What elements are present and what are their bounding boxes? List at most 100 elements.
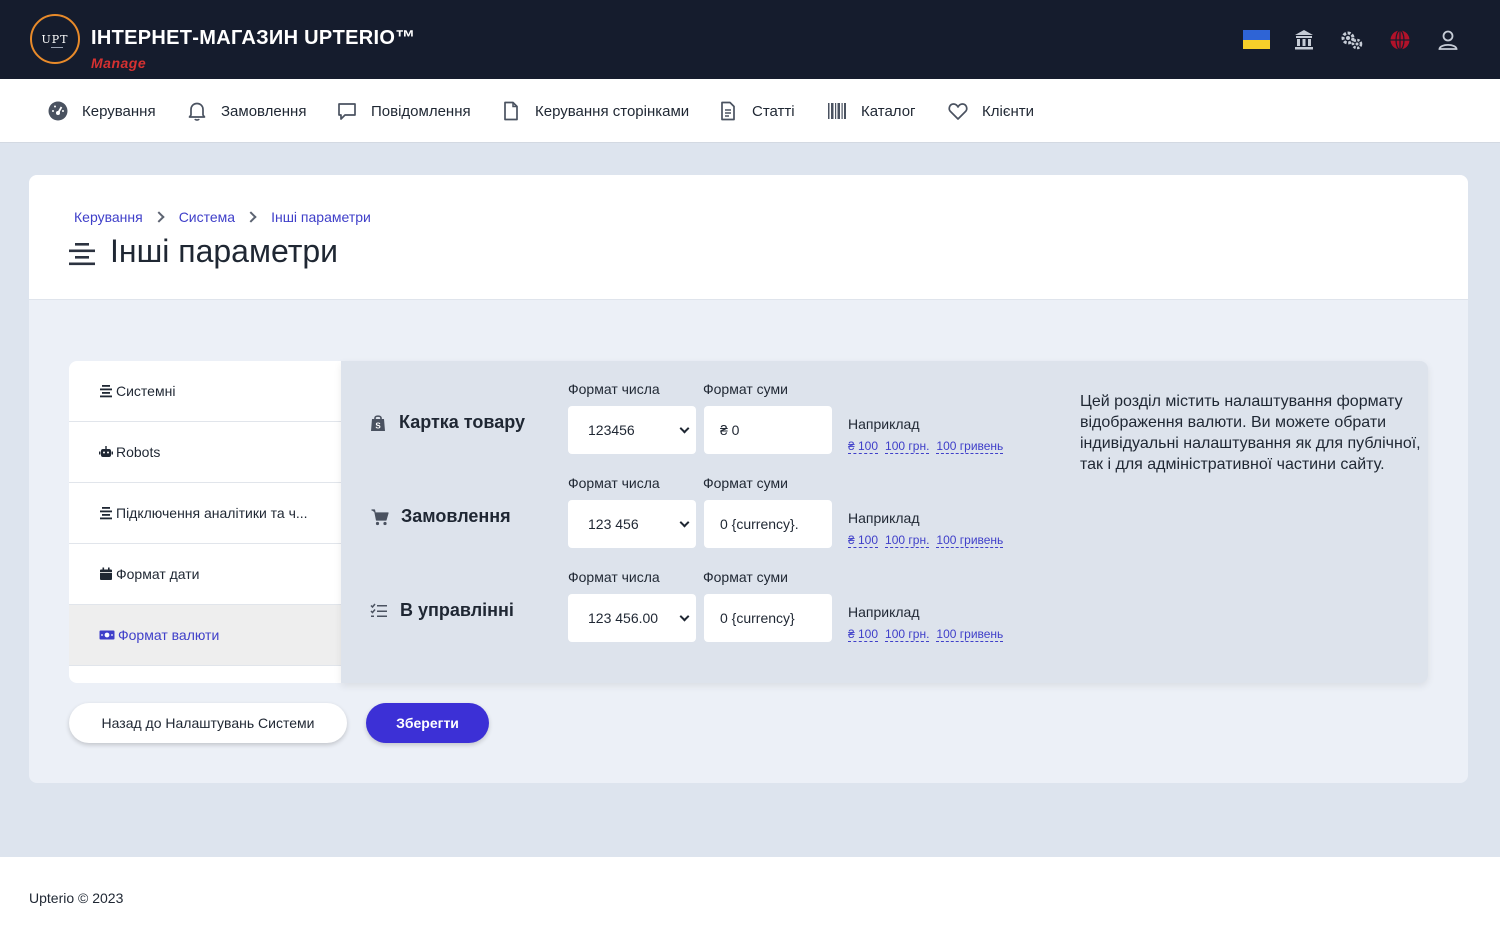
breadcrumb-item[interactable]: Інші параметри — [271, 209, 371, 225]
sum-format-input[interactable]: 0 {currency}. — [704, 500, 832, 548]
number-format-label: Формат числа — [568, 381, 660, 397]
tab-label: Підключення аналітики та ч... — [116, 505, 308, 521]
tab-date-format[interactable]: Формат дати — [69, 544, 341, 605]
footer: Upterio © 2023 — [0, 857, 1500, 936]
section-product-card: S Картка товару — [369, 412, 525, 433]
bell-icon — [188, 102, 206, 121]
user-icon[interactable] — [1436, 28, 1460, 52]
document-icon — [721, 101, 735, 121]
sum-format-input[interactable]: ₴ 0 — [704, 406, 832, 454]
example-link[interactable]: 100 гривень — [936, 439, 1004, 454]
copyright: Upterio © 2023 — [29, 890, 124, 906]
tab-label: Robots — [116, 444, 161, 460]
chevron-right-icon — [245, 211, 257, 223]
top-header: UPT ІНТЕРНЕТ-МАГАЗИН UPTERIO™ Manage — [0, 0, 1500, 79]
number-format-label: Формат числа — [568, 569, 660, 585]
section-label: В управлінні — [400, 600, 514, 620]
tab-label: Формат валюти — [118, 627, 220, 643]
tab-label: Системні — [116, 383, 176, 399]
sum-format-label: Формат суми — [703, 475, 788, 491]
nav-item-dashboard[interactable]: Керування — [47, 79, 156, 143]
breadcrumb-item[interactable]: Система — [179, 209, 235, 225]
barcode-icon — [828, 103, 846, 119]
chevron-down-icon — [679, 423, 690, 434]
section-label: Замовлення — [401, 506, 511, 526]
chevron-right-icon — [153, 211, 165, 223]
align-center-icon — [69, 243, 95, 266]
example-label: Наприклад — [848, 416, 920, 432]
logo[interactable]: UPT — [30, 14, 80, 64]
chevron-down-icon — [679, 611, 690, 622]
svg-text:S: S — [375, 421, 381, 430]
breadcrumb-item[interactable]: Керування — [74, 209, 143, 225]
nav-item-messages[interactable]: Повідомлення — [336, 79, 471, 143]
example-link[interactable]: 100 гривень — [936, 627, 1004, 642]
nav-item-articles[interactable]: Статті — [717, 79, 795, 143]
example-values: ₴ 100 100 грн. 100 гривень — [848, 439, 1010, 454]
robot-icon — [99, 446, 113, 457]
chat-icon — [338, 103, 356, 120]
example-link[interactable]: 100 грн. — [885, 439, 930, 454]
breadcrumb: Керування Система Інші параметри — [74, 209, 371, 225]
list-icon — [100, 385, 112, 398]
settings-card: Керування Система Інші параметри Інші па… — [29, 175, 1468, 783]
nav-label: Статті — [752, 102, 795, 120]
bank-icon[interactable] — [1292, 28, 1316, 52]
number-format-select[interactable]: 123456 — [568, 406, 696, 454]
sum-format-label: Формат суми — [703, 569, 788, 585]
money-icon — [99, 630, 115, 640]
tab-analytics[interactable]: Підключення аналітики та ч... — [69, 483, 341, 544]
example-link[interactable]: 100 грн. — [885, 533, 930, 548]
store-subtitle: Manage — [91, 55, 147, 71]
input-value: 0 {currency} — [720, 610, 795, 626]
list-icon — [100, 507, 112, 520]
select-value: 123456 — [588, 422, 635, 438]
file-icon — [504, 101, 518, 121]
ukraine-flag-icon[interactable] — [1243, 30, 1270, 49]
globe-icon[interactable] — [1388, 28, 1412, 52]
example-label: Наприклад — [848, 510, 920, 526]
cart-icon — [371, 508, 389, 525]
nav-label: Повідомлення — [371, 102, 471, 120]
number-format-select[interactable]: 123 456 — [568, 500, 696, 548]
page-title: Інші параметри — [110, 233, 339, 269]
nav-label: Клієнти — [982, 102, 1035, 120]
nav-label: Замовлення — [221, 102, 307, 120]
example-link[interactable]: 100 грн. — [885, 627, 930, 642]
example-link[interactable]: 100 гривень — [936, 533, 1004, 548]
back-to-system-settings-button[interactable]: Назад до Налаштувань Системи — [69, 703, 347, 743]
settings-tabs: Системні Robots Підключення аналітики та… — [69, 361, 341, 683]
currency-format-panel: S Картка товару Формат числа Формат суми… — [341, 361, 1428, 683]
example-link[interactable]: ₴ 100 — [848, 439, 879, 454]
nav-item-clients[interactable]: Клієнти — [947, 79, 1034, 143]
tab-currency-format[interactable]: Формат валюти — [69, 605, 341, 666]
nav-item-catalog[interactable]: Каталог — [826, 79, 916, 143]
input-value: ₴ 0 — [720, 422, 740, 438]
example-label: Наприклад — [848, 604, 920, 620]
gears-icon[interactable] — [1340, 28, 1364, 52]
chevron-down-icon — [679, 517, 690, 528]
section-admin: В управлінні — [370, 600, 514, 621]
nav-label: Керування — [82, 102, 156, 120]
dashboard-icon — [48, 101, 68, 121]
section-label: Картка товару — [399, 412, 525, 432]
logo-text: UPT — [41, 32, 69, 46]
nav-label: Керування сторінками — [535, 102, 690, 120]
tab-robots[interactable]: Robots — [69, 422, 341, 483]
nav-item-orders[interactable]: Замовлення — [186, 79, 306, 143]
example-link[interactable]: ₴ 100 — [848, 627, 879, 642]
example-link[interactable]: ₴ 100 — [848, 533, 879, 548]
sum-format-label: Формат суми — [703, 381, 788, 397]
select-value: 123 456.00 — [588, 610, 659, 626]
number-format-select[interactable]: 123 456.00 — [568, 594, 696, 642]
example-values: ₴ 100 100 грн. 100 гривень — [848, 627, 1010, 642]
checklist-icon — [370, 603, 387, 617]
shopping-bag-icon: S — [371, 414, 385, 431]
tab-system[interactable]: Системні — [69, 361, 341, 422]
store-title: ІНТЕРНЕТ-МАГАЗИН UPTERIO™ — [91, 27, 416, 49]
section-orders: Замовлення — [371, 506, 511, 527]
number-format-label: Формат числа — [568, 475, 660, 491]
sum-format-input[interactable]: 0 {currency} — [704, 594, 832, 642]
save-button[interactable]: Зберегти — [366, 703, 489, 743]
nav-item-pages[interactable]: Керування сторінками — [500, 79, 689, 143]
